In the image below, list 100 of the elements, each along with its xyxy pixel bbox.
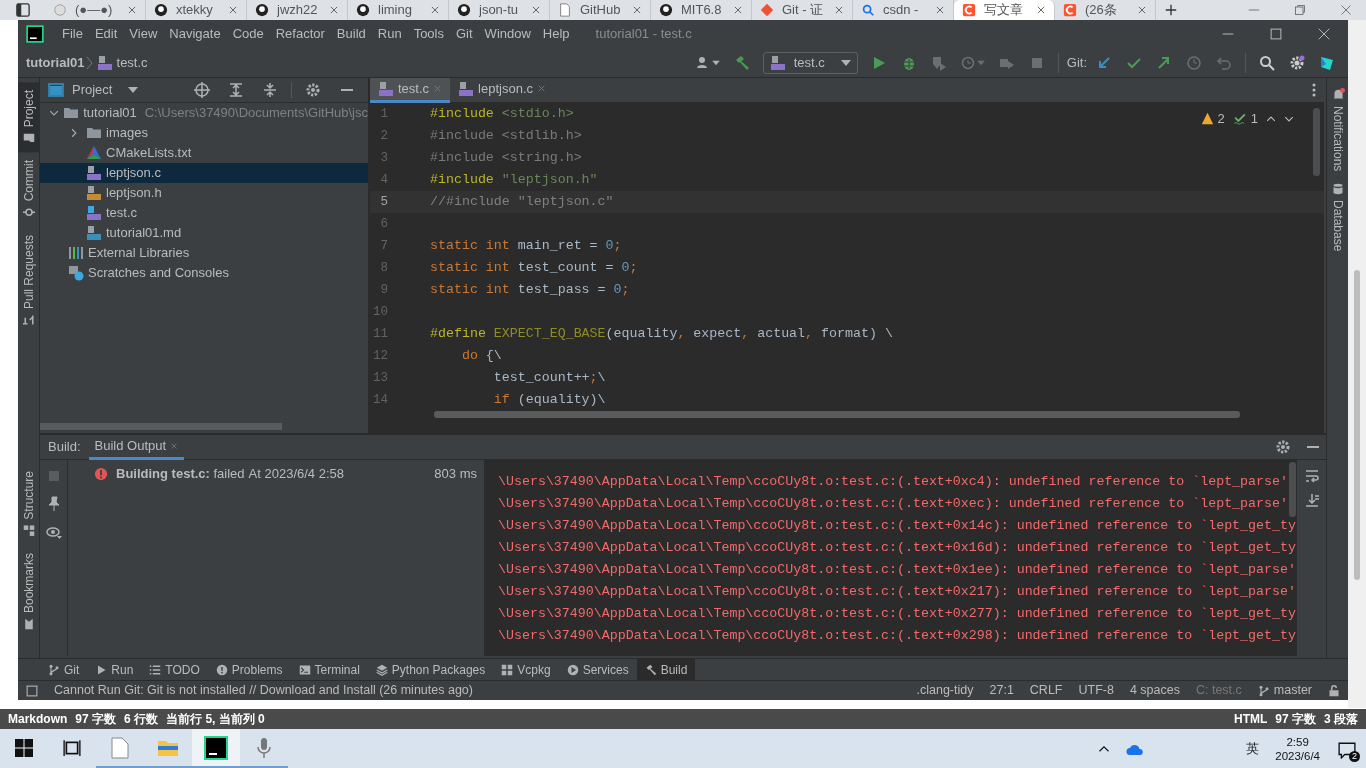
lock-icon[interactable]: [1328, 684, 1340, 697]
tool-window-tab[interactable]: Terminal: [290, 658, 368, 681]
branch-widget[interactable]: master: [1257, 681, 1312, 700]
notification-count: 2: [1349, 751, 1360, 762]
logo-icon: [962, 3, 976, 17]
scrollbar[interactable]: [1289, 462, 1296, 517]
tool-window-tab[interactable]: Database: [1327, 177, 1349, 258]
tree-item[interactable]: Scratches and Consoles: [40, 263, 368, 283]
project-view-dropdown[interactable]: Project: [72, 80, 139, 100]
tool-window-tab[interactable]: TODO: [141, 658, 208, 681]
tool-window-tab[interactable]: Project: [18, 82, 40, 153]
close-icon[interactable]: [1340, 4, 1352, 16]
chevron-icon[interactable]: [69, 128, 79, 138]
build-tree-item[interactable]: Building test.c: failed At 2023/6/4 2:58 803 ms: [68, 464, 484, 484]
breadcrumb-item[interactable]: tutorial01: [26, 52, 85, 73]
file-icon: [458, 80, 475, 97]
code-line: #include "leptjson.h": [430, 171, 598, 189]
file-icon: [86, 165, 102, 181]
tool-window-tab[interactable]: Vcpkg: [493, 658, 559, 681]
tool-window-tab[interactable]: Notifications: [1327, 82, 1349, 178]
status-item[interactable]: CRLF: [1029, 681, 1063, 700]
logo-icon: [1319, 54, 1335, 71]
status-item[interactable]: UTF-8: [1078, 681, 1114, 700]
menu-item[interactable]: Edit: [88, 24, 124, 44]
status-item[interactable]: .clang-tidy: [916, 681, 974, 700]
close-icon: [127, 5, 137, 15]
tool-window-tab[interactable]: Git: [40, 658, 88, 681]
clock[interactable]: 2:59 2023/6/4: [1275, 735, 1320, 763]
input-method-indicator[interactable]: 英: [1246, 739, 1260, 759]
scrollbar[interactable]: [1354, 270, 1360, 580]
menu-item[interactable]: Help: [536, 24, 576, 44]
new-tab-icon[interactable]: [1164, 3, 1178, 17]
close-icon: [935, 5, 945, 15]
cloud-icon[interactable]: [1126, 742, 1145, 756]
weak-warning-count[interactable]: 1: [1232, 109, 1258, 129]
editor-status-item: 当前行 5, 当前列 0: [166, 711, 265, 728]
settings-icon: [305, 82, 321, 98]
status-item[interactable]: 27:1: [989, 681, 1014, 700]
scrollbar[interactable]: [1313, 108, 1320, 176]
chevron-icon[interactable]: [48, 108, 59, 118]
status-message[interactable]: Cannot Run Git: Git is not installed // Download and Install (26 minutes ago): [54, 681, 473, 700]
menu-item[interactable]: Tools: [407, 24, 450, 44]
code-line: static int main_ret = 0;: [430, 237, 622, 255]
app-logo-icon: [26, 25, 44, 43]
tree-item[interactable]: External Libraries: [40, 243, 368, 263]
panel-tab[interactable]: Build Output: [88, 434, 185, 460]
menu-item[interactable]: Navigate: [163, 24, 227, 44]
code-line: do {\: [460, 347, 502, 365]
menu-item[interactable]: Run: [371, 24, 408, 44]
warning-icon: [1200, 112, 1214, 126]
tree-item[interactable]: CMakeLists.txt: [40, 143, 368, 163]
tree-item[interactable]: tutorial01 C:\Users\37490\Documents\GitHub\jsc: [40, 103, 368, 123]
tool-window-tab[interactable]: Run: [87, 658, 142, 681]
close-icon: [228, 5, 238, 15]
file-icon: [96, 54, 113, 71]
app-logo-icon: [204, 735, 228, 760]
menu-item[interactable]: File: [56, 24, 89, 44]
tool-window-tab[interactable]: Python Packages: [367, 658, 494, 681]
tool-window-tab[interactable]: Commit: [18, 152, 40, 227]
browser-tab[interactable]: 写文章: [954, 0, 1055, 20]
editor-tab[interactable]: leptjson.c: [450, 77, 554, 103]
tool-window-tab[interactable]: Problems: [207, 658, 291, 681]
arrow-icon: [1156, 54, 1172, 71]
menu-item[interactable]: Code: [226, 24, 270, 44]
close-icon: [433, 84, 443, 93]
line-number: 1: [379, 106, 389, 123]
tool-window-tab[interactable]: Pull Requests: [18, 226, 40, 334]
editor-tab[interactable]: test.c: [370, 77, 451, 103]
more-icon[interactable]: [1312, 83, 1316, 97]
run-configuration-dropdown[interactable]: test.c: [762, 51, 858, 74]
scrollbar[interactable]: [40, 423, 282, 430]
notification-button[interactable]: 2: [1336, 738, 1358, 760]
output-line: \Users\37490\AppData\Local\Temp\ccoCUy8t.o:test.c:(.text+0x16d): undefined reference to `lept_get_ty: [498, 539, 1297, 557]
restore-icon[interactable]: [1294, 4, 1306, 16]
tree-item[interactable]: tutorial01.md: [40, 223, 368, 243]
menu-item[interactable]: Refactor: [269, 24, 331, 44]
line-number: 2: [379, 128, 389, 145]
scrollbar[interactable]: [434, 411, 1240, 418]
tree-item[interactable]: test.c: [40, 203, 368, 223]
tree-item[interactable]: leptjson.h: [40, 183, 368, 203]
status-item[interactable]: 4 spaces: [1129, 681, 1180, 700]
arrow-icon: [1096, 54, 1112, 71]
caret-icon: [128, 86, 139, 94]
panel-toggle-icon[interactable]: [26, 684, 38, 697]
menu-item[interactable]: Window: [478, 24, 537, 44]
tree-item[interactable]: images: [40, 123, 368, 143]
caret-icon: [711, 59, 720, 66]
tool-window-tab[interactable]: Build: [636, 658, 696, 681]
tree-item[interactable]: leptjson.c: [40, 163, 368, 183]
panel-label: Build:: [48, 438, 81, 457]
menu-item[interactable]: View: [123, 24, 164, 44]
tool-window-tab[interactable]: Services: [558, 658, 637, 681]
tool-window-tab[interactable]: Bookmarks: [18, 544, 40, 638]
breadcrumb-item[interactable]: test.c: [116, 52, 148, 73]
taskbar-app[interactable]: [192, 729, 240, 768]
warning-count[interactable]: 2: [1200, 109, 1225, 129]
menu-item[interactable]: Build: [330, 24, 372, 44]
sidebar-icon[interactable]: [15, 3, 30, 17]
menu-item[interactable]: Git: [450, 24, 479, 44]
tool-window-tab[interactable]: Structure: [18, 463, 40, 545]
